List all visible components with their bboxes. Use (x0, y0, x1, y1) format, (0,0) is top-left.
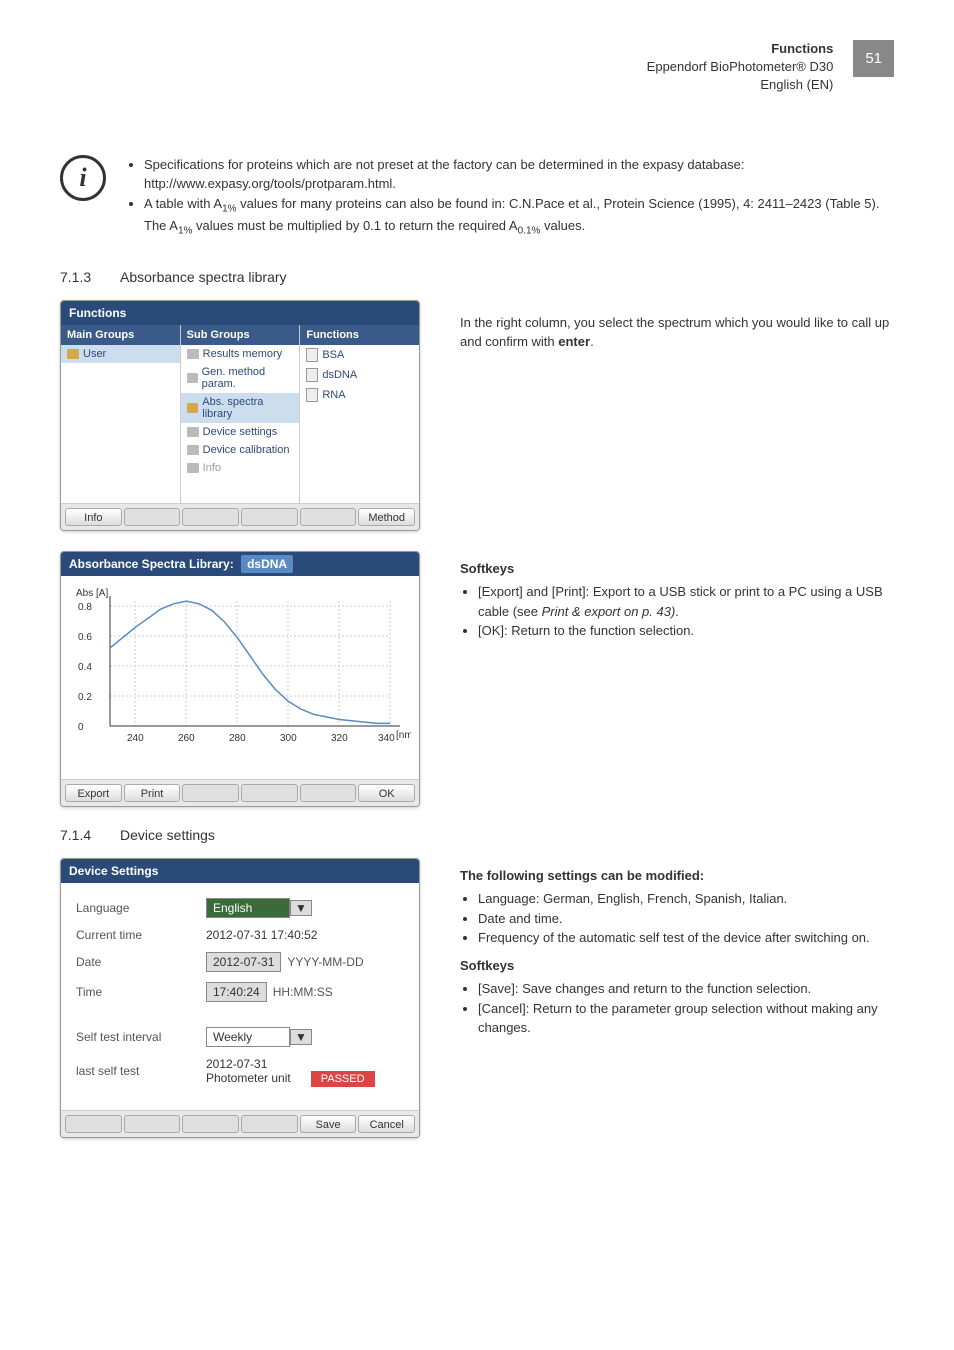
folder-icon (67, 349, 79, 359)
softkey-empty (182, 1115, 239, 1133)
softkey-info[interactable]: Info (65, 508, 122, 526)
scr1-description: In the right column, you select the spec… (460, 300, 894, 531)
dropdown-icon[interactable]: ▼ (290, 900, 312, 916)
document-icon (306, 368, 318, 382)
softkey-empty (241, 1115, 298, 1133)
softkey-cancel[interactable]: Cancel (358, 1115, 415, 1133)
scr2-description: Softkeys [Export] and [Print]: Export to… (460, 551, 894, 807)
spectra-screen: Absorbance Spectra Library: dsDNA Abs [A… (60, 551, 420, 807)
folder-icon (187, 445, 199, 455)
subgroup-spectra[interactable]: Abs. spectra library (181, 393, 300, 423)
svg-text:260: 260 (178, 733, 195, 744)
info-icon: i (60, 155, 106, 201)
softkey-empty (124, 508, 181, 526)
func-dsdna[interactable]: dsDNA (300, 365, 419, 385)
folder-icon (187, 373, 198, 383)
functions-screen: Functions Main Groups User Sub Groups Re… (60, 300, 420, 531)
document-icon (306, 348, 318, 362)
softkey-empty (241, 784, 298, 802)
svg-text:340: 340 (378, 733, 395, 744)
dropdown-icon[interactable]: ▼ (290, 1029, 312, 1045)
folder-icon (187, 427, 199, 437)
softkey-empty (241, 508, 298, 526)
folder-icon (187, 403, 199, 413)
svg-text:280: 280 (229, 733, 246, 744)
time-input[interactable]: 17:40:24 (206, 982, 267, 1002)
svg-text:0.6: 0.6 (78, 632, 92, 643)
softkey-method[interactable]: Method (358, 508, 415, 526)
folder-icon (187, 349, 199, 359)
softkey-empty (182, 784, 239, 802)
softkey-ok[interactable]: OK (358, 784, 415, 802)
svg-text:0.4: 0.4 (78, 662, 92, 673)
page-number: 51 (853, 40, 894, 77)
svg-text:300: 300 (280, 733, 297, 744)
passed-badge: PASSED (311, 1071, 375, 1087)
softkey-print[interactable]: Print (124, 784, 181, 802)
softkey-save[interactable]: Save (300, 1115, 357, 1133)
svg-text:[nm]: [nm] (396, 730, 411, 741)
device-settings-screen: Device Settings LanguageEnglish▼ Current… (60, 858, 420, 1138)
softkey-empty (300, 784, 357, 802)
svg-text:0: 0 (78, 722, 84, 733)
subgroup-results[interactable]: Results memory (181, 345, 300, 363)
selftest-select[interactable]: Weekly (206, 1027, 290, 1047)
func-rna[interactable]: RNA (300, 385, 419, 405)
subgroup-info[interactable]: Info (181, 459, 300, 477)
page-header: Functions Eppendorf BioPhotometer® D30 E… (647, 40, 834, 95)
date-input[interactable]: 2012-07-31 (206, 952, 281, 972)
info-text: Specifications for proteins which are no… (126, 155, 894, 239)
svg-text:320: 320 (331, 733, 348, 744)
section-714: 7.1.4Device settings (60, 827, 894, 843)
spectra-chart: Abs [A] 0.8 0.6 0.4 0.2 0 240 260 280 30… (69, 586, 411, 766)
softkey-empty (182, 508, 239, 526)
svg-text:0.2: 0.2 (78, 692, 92, 703)
softkey-empty (300, 508, 357, 526)
softkey-export[interactable]: Export (65, 784, 122, 802)
softkey-empty (65, 1115, 122, 1133)
svg-text:0.8: 0.8 (78, 602, 92, 613)
softkey-empty (124, 1115, 181, 1133)
main-group-user[interactable]: User (61, 345, 180, 363)
subgroup-devcal[interactable]: Device calibration (181, 441, 300, 459)
folder-icon (187, 463, 199, 473)
document-icon (306, 388, 318, 402)
subgroup-genmethod[interactable]: Gen. method param. (181, 363, 300, 393)
svg-text:240: 240 (127, 733, 144, 744)
language-select[interactable]: English (206, 898, 290, 918)
func-bsa[interactable]: BSA (300, 345, 419, 365)
scr3-description: The following settings can be modified: … (460, 858, 894, 1138)
section-713: 7.1.3Absorbance spectra library (60, 269, 894, 285)
subgroup-devsettings[interactable]: Device settings (181, 423, 300, 441)
svg-text:Abs [A]: Abs [A] (76, 588, 108, 599)
